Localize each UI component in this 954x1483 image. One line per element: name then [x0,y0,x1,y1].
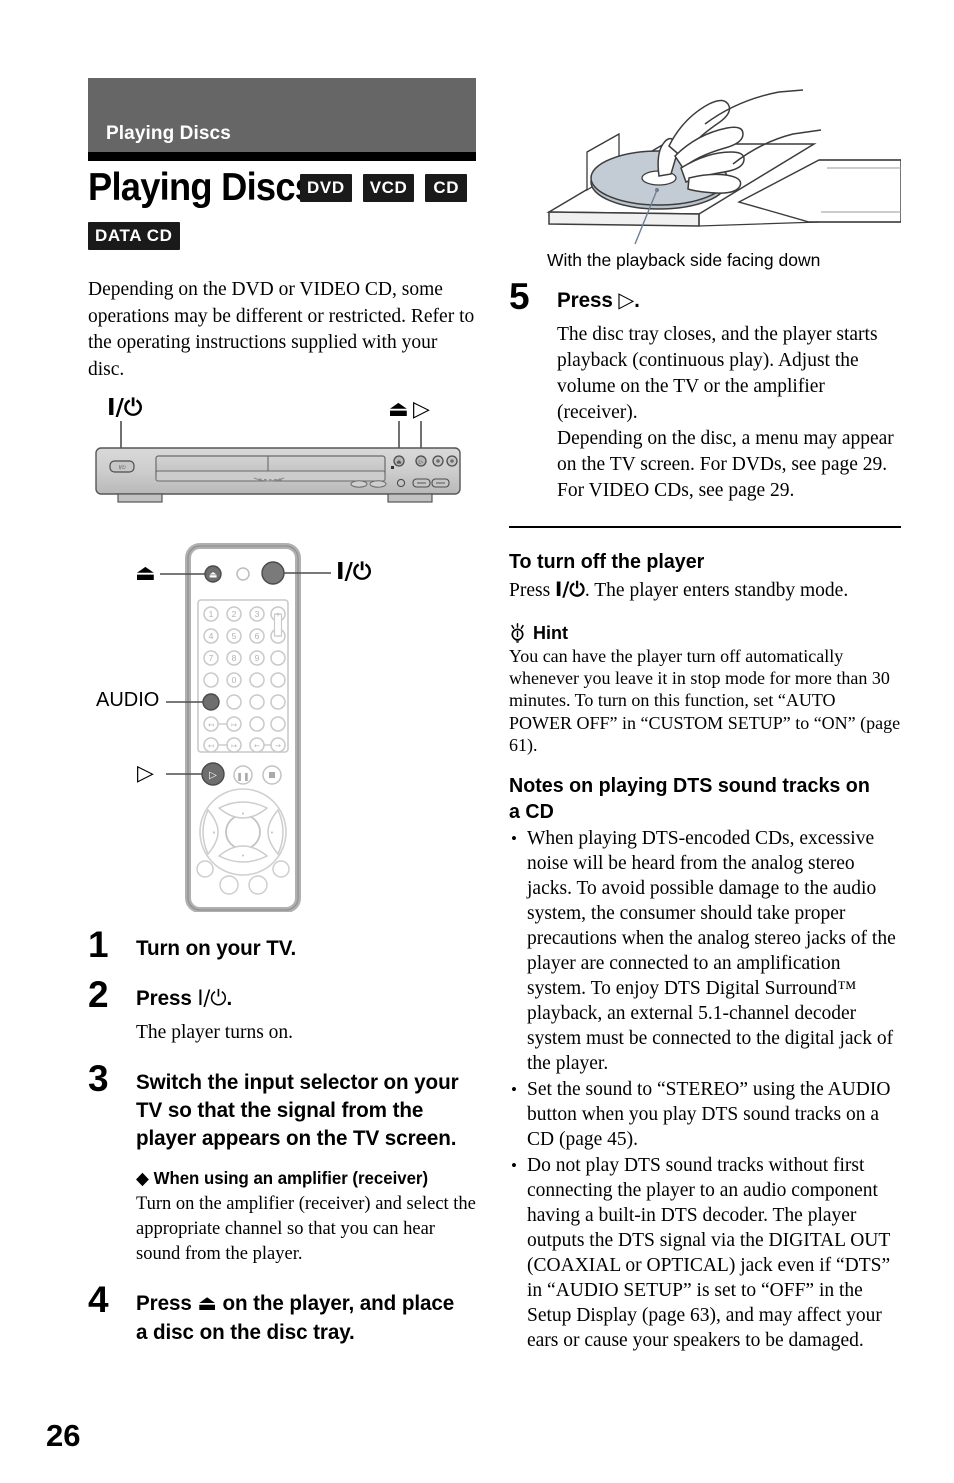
remote-callout-power-icon: I/⏻ [336,559,372,585]
svg-text:❚❚: ❚❚ [236,772,249,781]
step-5-title-suffix: . [634,288,640,312]
turn-off-body-prefix: Press [509,580,556,601]
step-3-number: 3 [88,1058,109,1099]
step-2-title-suffix: . [226,986,233,1010]
dts-notes-heading: Notes on playing DTS sound tracks on a C… [509,773,870,823]
page-number: 26 [46,1418,81,1453]
svg-text:⏏: ⏏ [209,571,218,581]
step-4-title: Press ⏏ on the player, and place a disc … [136,1289,464,1346]
disc-badge-group-secondary: DATA CD [88,222,180,250]
svg-text:•: • [212,829,216,837]
svg-text:2: 2 [232,609,237,619]
hint-body: You can have the player turn off automat… [509,645,901,756]
badge-cd: CD [425,174,468,202]
disc-badge-group-primary: DVD VCD CD [300,174,468,202]
turn-off-body-suffix: . The player enters standby mode. [584,580,849,601]
power-icon: I/⏻ [197,986,227,1011]
disc-tray-figure: With the playback side facing down [509,72,902,272]
step-5: 5 Press ▷. The disc tray closes, and the… [509,278,901,504]
running-header-band: Playing Discs [88,78,476,152]
step-5-body: The disc tray closes, and the player sta… [557,324,894,501]
disc-tray-caption: With the playback side facing down [547,250,821,270]
svg-text:↤: ↤ [208,742,214,750]
list-item: When playing DTS-encoded CDs, excessive … [509,826,901,1076]
section-divider [509,526,901,528]
dts-notes-list: When playing DTS-encoded CDs, excessive … [509,826,901,1353]
svg-text:1: 1 [209,609,214,619]
running-header-label: Playing Discs [106,123,231,144]
svg-text:9: 9 [255,653,260,663]
list-item: Set the sound to “STEREO” using the AUDI… [509,1077,901,1152]
step-1-title: Turn on your TV. [136,936,297,960]
svg-text:→: → [275,742,281,750]
svg-text:+: + [276,609,281,619]
svg-text:•: • [270,829,274,837]
step-2: 2 Press I/⏻. The player turns on. [88,976,478,1046]
svg-text:↦: ↦ [231,721,237,729]
step-4: 4 Press ⏏ on the player, and place a dis… [88,1281,478,1346]
svg-text:6: 6 [255,631,260,641]
page-title: Playing Discs [88,166,315,209]
manual-page: Playing Discs Playing Discs DVD VCD CD D… [0,0,954,1483]
remote-callout-play-icon: ▷ [137,761,154,786]
remote-callout-eject-icon: ⏏ [135,561,156,586]
svg-text:3: 3 [255,609,260,619]
svg-text:←: ← [254,742,260,750]
title-row: Playing Discs DVD VCD CD [88,168,488,214]
header-rule [88,152,476,161]
step-3-title: Switch the input selector on your TV so … [136,1070,459,1150]
step-1-number: 1 [88,924,109,965]
badge-data-cd: DATA CD [88,222,180,250]
step-4-title-prefix: Press [136,1291,198,1315]
step-3: 3 Switch the input selector on your TV s… [88,1060,478,1267]
step-3-subbody: Turn on the amplifier (receiver) and sel… [136,1194,476,1264]
step-2-body: The player turns on. [136,1022,294,1043]
svg-text:8: 8 [232,653,237,663]
turn-off-body: Press I/⏻. The player enters standby mod… [509,577,901,604]
svg-text:0: 0 [232,675,237,685]
step-1: 1 Turn on your TV. [88,926,478,963]
step-2-number: 2 [88,974,109,1015]
step-2-title-prefix: Press [136,986,198,1010]
hint-heading: Hint [509,622,901,644]
list-item: Do not play DTS sound tracks without fir… [509,1153,901,1353]
svg-text:↤: ↤ [208,721,214,729]
svg-text:−: − [276,631,281,641]
svg-text:↦: ↦ [231,742,237,750]
step-5-title: Press ▷. [557,286,887,315]
svg-text:7: 7 [209,653,214,663]
remote-control-illustration: ⏏ 1 2 3 + 4 5 6 − 7 8 9 0 ↤ ↦ ↤ ↦ ← → ▷ … [160,543,331,913]
svg-text:5: 5 [232,631,237,641]
left-column: Depending on the DVD or VIDEO CD, some o… [88,277,478,1346]
svg-text:▷: ▷ [209,770,217,781]
svg-text:4: 4 [209,631,214,641]
callout-play-icon: ▷ [413,397,430,422]
svg-text:I/⏻: I/⏻ [118,465,125,471]
lightbulb-icon [511,622,524,643]
remote-figure: ⏏ 1 2 3 + 4 5 6 − 7 8 9 0 ↤ ↦ ↤ ↦ ← → ▷ … [88,542,478,913]
eject-icon: ⏏ [197,1291,217,1316]
step-2-title: Press I/⏻. [136,984,464,1013]
svg-text:•: • [241,810,245,818]
callout-eject-icon: ⏏ [388,397,409,422]
badge-dvd: DVD [300,174,352,202]
step-3-subheading: ◆ When using an amplifier (receiver) [136,1168,429,1188]
play-icon: ▷ [618,288,635,313]
remote-callout-audio-label: AUDIO [96,689,160,711]
step-5-number: 5 [509,276,530,317]
badge-vcd: VCD [362,174,415,202]
step-4-number: 4 [88,1279,109,1320]
step-5-title-prefix: Press [557,288,619,312]
front-panel-figure: I/⏻ ⏏ ▷ I/⏻ ⏏ ▷ [88,395,478,524]
power-icon: I/⏻ [555,578,585,601]
disc-tray-illustration [546,89,902,245]
svg-text:⏏: ⏏ [396,460,401,466]
svg-text:•: • [241,852,245,860]
callout-power-icon: I/⏻ [107,395,143,421]
intro-paragraph: Depending on the DVD or VIDEO CD, some o… [88,279,475,380]
turn-off-heading: To turn off the player [509,550,705,573]
hint-label: Hint [533,622,568,643]
right-column: With the playback side facing down 5 Pre… [509,72,902,1353]
